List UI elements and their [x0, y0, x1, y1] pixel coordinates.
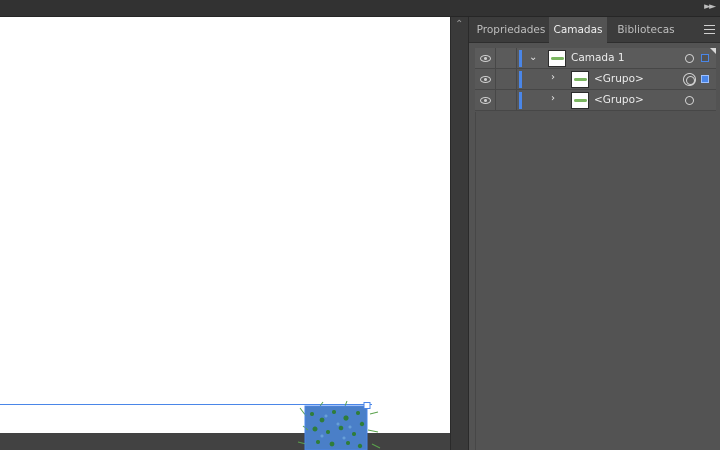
visibility-toggle[interactable] — [475, 48, 496, 69]
target-circle-icon[interactable] — [683, 73, 696, 86]
layer-color-bar — [519, 71, 522, 88]
tab-propriedades[interactable]: Propriedades — [473, 17, 549, 43]
selected-artwork-group — [297, 400, 381, 450]
layer-thumbnail — [571, 71, 589, 88]
lock-toggle[interactable] — [496, 48, 517, 69]
layer-thumbnail — [571, 92, 589, 109]
visibility-toggle[interactable] — [475, 90, 496, 111]
vertical-scrollbar[interactable]: ⌃ — [450, 17, 468, 450]
layer-name[interactable]: <Grupo> — [594, 69, 644, 90]
layer-thumbnail — [548, 50, 566, 67]
sublayer-row[interactable]: › <Grupo> — [475, 69, 716, 90]
layers-list: ⌄ Camada 1 › <Grupo> › <Grupo> — [475, 48, 716, 111]
eye-icon — [480, 97, 491, 104]
chevron-down-icon[interactable]: ⌄ — [529, 52, 537, 63]
eye-icon — [480, 55, 491, 62]
chevron-right-icon[interactable]: › — [551, 93, 555, 104]
chevron-right-icon[interactable]: › — [551, 72, 555, 83]
target-circle-icon[interactable] — [685, 54, 694, 63]
scroll-up-icon[interactable]: ⌃ — [455, 19, 463, 30]
layer-name[interactable]: <Grupo> — [594, 90, 644, 111]
lock-toggle[interactable] — [496, 69, 517, 90]
collapse-panels-icon[interactable]: ►► — [704, 2, 716, 12]
panel-divider — [475, 112, 476, 450]
layers-panel: Propriedades Camadas Bibliotecas ⌄ Camad… — [468, 17, 720, 450]
layer-row[interactable]: ⌄ Camada 1 — [475, 48, 716, 69]
target-circle-icon[interactable] — [685, 96, 694, 105]
layer-color-bar — [519, 92, 522, 109]
layer-color-bar — [519, 50, 522, 67]
selection-handle — [363, 402, 371, 409]
tab-camadas[interactable]: Camadas — [549, 17, 607, 44]
selection-indicator[interactable] — [701, 54, 709, 62]
tab-bibliotecas[interactable]: Bibliotecas — [607, 17, 685, 43]
selection-corner-marker — [710, 48, 716, 54]
hamburger-menu-icon[interactable] — [704, 25, 715, 34]
panel-tabs: Propriedades Camadas Bibliotecas — [469, 17, 720, 44]
lock-toggle[interactable] — [496, 90, 517, 111]
artwork-layer[interactable] — [0, 34, 450, 450]
eye-icon — [480, 76, 491, 83]
top-bar: ►► — [0, 0, 720, 17]
selection-indicator[interactable] — [701, 75, 709, 83]
layer-name[interactable]: Camada 1 — [571, 48, 625, 69]
visibility-toggle[interactable] — [475, 69, 496, 90]
sublayer-row[interactable]: › <Grupo> — [475, 90, 716, 111]
